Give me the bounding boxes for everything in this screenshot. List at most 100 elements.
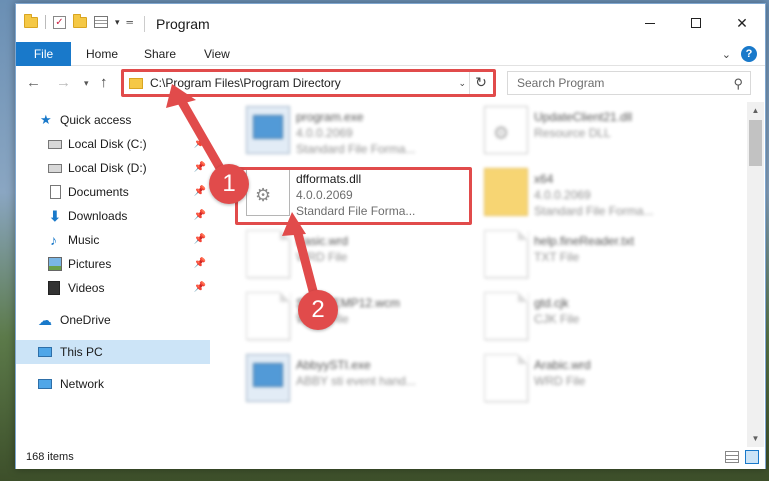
sidebar-item-label: Quick access [60,113,132,127]
file-item[interactable]: ⚙ UpdateClient21.dll Resource DLL [484,106,724,166]
file-type: TXT File [534,250,580,264]
sidebar-item-label: Network [60,377,105,391]
sidebar-item-downloads[interactable]: ⬇ Downloads 📌 [16,204,210,228]
title-bar: ✓ ▾ ═ Program ✕ [16,4,765,42]
exe-icon-inner [253,115,283,139]
search-icon[interactable]: ⚲ [733,76,743,92]
search-placeholder: Search Program [517,76,605,90]
sidebar-item-pictures[interactable]: Pictures 📌 [16,252,210,276]
expand-ribbon-chevron-icon[interactable]: ⌄ [722,48,731,61]
file-version: 4.0.0.2069 [534,188,591,202]
sidebar-item-label: Local Disk (D:) [68,161,147,175]
navigation-pane: ★ Quick access Local Disk (C:) 📌 Local D… [16,102,210,447]
recent-locations-dropdown-icon[interactable]: ▾ [84,78,89,89]
pin-icon[interactable]: 📌 [194,204,206,228]
file-item[interactable]: Arabic.wrd WRD File [484,354,724,414]
file-item[interactable]: gtd.cjk CJK File [484,292,724,352]
tab-share[interactable]: Share [131,42,189,66]
file-explorer-window: ✓ ▾ ═ Program ✕ File Home Share View ⌄ ?… [15,3,766,469]
new-folder-icon[interactable] [73,13,87,28]
sidebar-item-local-disk-c[interactable]: Local Disk (C:) 📌 [16,132,210,156]
folder-icon [24,13,38,28]
file-name: program.exe [296,110,364,124]
customize-toolbar-dropdown-icon[interactable]: ▾ [115,17,120,28]
scroll-up-arrow-icon[interactable]: ▲ [747,102,764,119]
scroll-down-arrow-icon[interactable]: ▼ [747,430,764,447]
back-arrow-icon[interactable]: ← [26,74,41,91]
computer-icon [38,347,52,357]
document-icon [246,230,290,278]
up-arrow-icon[interactable]: ↑ [100,74,108,91]
vertical-scrollbar[interactable]: ▲ ▼ [747,102,764,447]
search-input[interactable]: Search Program ⚲ [507,71,751,95]
sidebar-item-documents[interactable]: Documents 📌 [16,180,210,204]
sidebar-item-label: Local Disk (C:) [68,137,147,151]
document-icon [246,292,290,340]
sidebar-item-label: This PC [60,345,103,359]
file-type: CJK File [534,312,580,326]
pin-icon[interactable]: 📌 [194,252,206,276]
tab-file[interactable]: File [16,42,71,66]
details-view-icon[interactable] [725,451,739,463]
sidebar-item-quick-access[interactable]: ★ Quick access [16,108,210,132]
file-name: help.fineReader.txt [534,234,635,248]
maximize-button[interactable] [673,4,719,42]
status-bar: 168 items [16,447,765,469]
file-item[interactable]: Basic.wrd WRD File [246,230,486,290]
navigation-bar: ← → ▾ ↑ C:\Program Files\Program Directo… [16,66,765,100]
pin-icon[interactable]: 📌 [194,228,206,252]
address-bar-highlight [121,69,496,97]
pin-icon[interactable]: 📌 [194,180,206,204]
download-arrow-icon: ⬇ [49,208,61,224]
properties-icon[interactable] [94,16,108,28]
gear-doc-icon: ⚙ [484,106,528,154]
minimize-button[interactable] [627,4,673,42]
folder-icon [484,168,528,216]
file-type: Resource DLL [534,126,611,140]
sidebar-item-label: OneDrive [60,313,111,327]
file-type: WRD File [296,250,348,264]
title-divider [144,16,145,32]
file-item[interactable]: AbbyySTI.exe ABBY sti event hand... [246,354,486,414]
pictures-icon [48,257,62,271]
sidebar-item-label: Videos [68,281,105,295]
toolbar-overflow-icon[interactable]: ═ [127,17,133,27]
file-item[interactable]: help.fineReader.txt TXT File [484,230,724,290]
sidebar-item-local-disk-d[interactable]: Local Disk (D:) 📌 [16,156,210,180]
sidebar-item-network[interactable]: Network [16,372,210,396]
sidebar-item-label: Music [68,233,100,247]
file-highlight [235,167,472,225]
sidebar-item-label: Pictures [68,257,112,271]
forward-arrow-icon[interactable]: → [56,74,71,91]
toolbar-divider [45,15,46,29]
exe-icon [246,354,290,402]
pin-icon[interactable]: 📌 [194,276,206,300]
exe-icon-inner [253,363,283,387]
file-type: ABBY sti event hand... [296,374,416,388]
close-button[interactable]: ✕ [719,4,765,42]
sidebar-item-videos[interactable]: Videos 📌 [16,276,210,300]
music-note-icon: ♪ [50,232,57,248]
properties-check-icon[interactable]: ✓ [53,15,66,29]
file-name: UpdateClient21.dll [534,110,633,124]
pin-icon[interactable]: 📌 [194,132,206,156]
file-item[interactable]: x64 4.0.0.2069 Standard File Forma... [484,168,724,228]
help-icon[interactable]: ? [741,46,757,62]
large-icons-view-icon[interactable] [745,450,759,464]
tab-view[interactable]: View [191,42,243,66]
sidebar-item-music[interactable]: ♪ Music 📌 [16,228,210,252]
file-item[interactable]: program.exe 4.0.0.2069 Standard File For… [246,106,486,166]
drive-icon [48,140,62,149]
pin-icon[interactable]: 📌 [194,156,206,180]
drive-icon [48,164,62,173]
exe-icon [246,106,290,154]
file-item[interactable]: Snow_EMP12.wcm WCM File [246,292,486,352]
file-version: 4.0.0.2069 [296,126,353,140]
scrollbar-thumb[interactable] [749,120,762,166]
sidebar-item-label: Documents [68,185,129,199]
sidebar-item-onedrive[interactable]: ☁ OneDrive [16,308,210,332]
sidebar-item-this-pc[interactable]: This PC [16,340,210,364]
window-title: Program [156,16,210,32]
tab-home[interactable]: Home [73,42,131,66]
maximize-icon [691,18,701,28]
